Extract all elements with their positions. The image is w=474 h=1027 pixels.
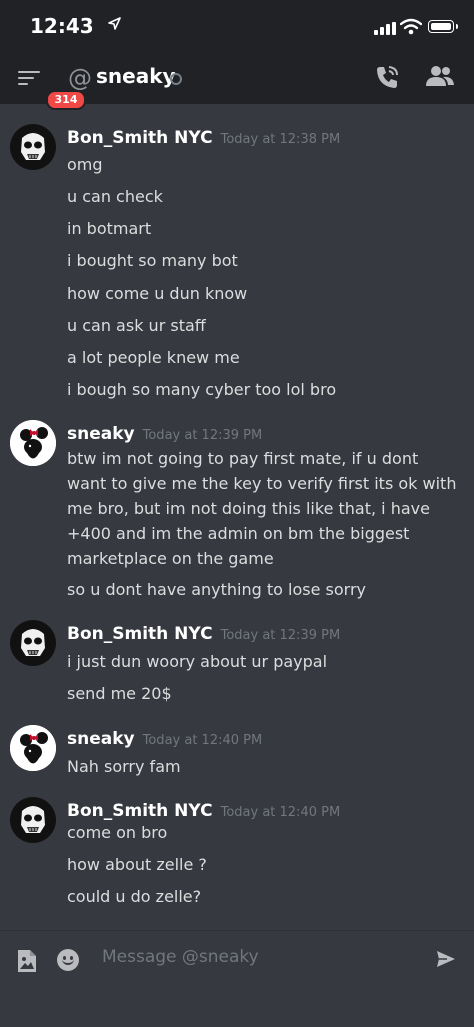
hamburger-icon [18,71,40,73]
message-text: i bough so many cyber too lol bro [67,380,337,399]
message-text: send me 20$ [67,684,172,703]
message-group: sneaky Today at 12:40 PM Nah sorry fam [0,713,474,785]
menu-button[interactable]: 314 [18,63,86,110]
message-composer: Message @sneaky [0,930,474,1027]
message-group: Bon_Smith NYC Today at 12:40 PM come on … [0,785,474,915]
timestamp: Today at 12:38 PM [220,132,341,147]
author-name[interactable]: sneaky [67,424,135,444]
avatar[interactable] [10,420,56,466]
send-icon[interactable] [436,950,456,968]
message-text: in botmart [67,219,152,238]
author-name[interactable]: sneaky [67,729,135,749]
dm-title: sneaky [96,64,176,88]
message-text: omg [67,155,103,174]
message-text: btw im not going to pay first mate, if u… [67,449,457,568]
message-text: a lot people knew me [67,348,240,367]
timestamp: Today at 12:40 PM [142,733,263,748]
avatar[interactable] [10,620,56,666]
message-input[interactable]: Message @sneaky [102,947,259,967]
minnie-mouse-avatar-icon [10,725,56,771]
timestamp: Today at 12:39 PM [220,628,341,643]
battery-icon [428,20,458,33]
message-group: Bon_Smith NYC Today at 12:39 PM i just d… [0,608,474,708]
message-group: sneaky Today at 12:39 PM btw im not goin… [0,408,474,608]
minnie-mouse-avatar-icon [10,420,56,466]
call-icon[interactable] [374,64,400,90]
hamburger-icon-bar [18,83,28,85]
author-name[interactable]: Bon_Smith NYC [67,128,213,148]
cellular-signal-icon [374,22,396,35]
message-text: come on bro [67,823,168,842]
hamburger-icon-bar [18,77,34,79]
message-list[interactable]: Bon_Smith NYC Today at 12:38 PM omg u ca… [0,104,474,930]
stormtrooper-avatar-icon [10,797,56,843]
at-icon: @ [68,64,92,92]
location-arrow-icon [108,17,121,30]
message-text: Nah sorry fam [67,757,181,776]
stormtrooper-avatar-icon [10,124,56,170]
author-name[interactable]: Bon_Smith NYC [67,624,213,644]
message-text: could u do zelle? [67,887,202,906]
message-text: i bought so many bot [67,251,238,270]
message-text: how about zelle ? [67,855,207,874]
message-text: u can check [67,187,163,206]
timestamp: Today at 12:39 PM [142,428,263,443]
avatar[interactable] [10,124,56,170]
message-text: how come u dun know [67,284,248,303]
message-text: u can ask ur staff [67,316,206,335]
channel-header: 314 @ sneaky [0,50,474,110]
avatar[interactable] [10,797,56,843]
status-bar: 12:43 [0,0,474,50]
emoji-icon[interactable] [57,949,79,971]
offline-status-icon [170,73,182,85]
stormtrooper-avatar-icon [10,620,56,666]
avatar[interactable] [10,725,56,771]
timestamp: Today at 12:40 PM [220,805,341,820]
message-text: i just dun woory about ur paypal [67,652,328,671]
status-time: 12:43 [30,14,94,38]
author-name[interactable]: Bon_Smith NYC [67,801,213,821]
wifi-icon [400,18,422,35]
message-group: Bon_Smith NYC Today at 12:38 PM omg u ca… [0,112,474,408]
attach-image-icon[interactable] [16,949,38,973]
message-text: so u dont have anything to lose sorry [67,580,366,599]
members-icon[interactable] [426,65,454,87]
